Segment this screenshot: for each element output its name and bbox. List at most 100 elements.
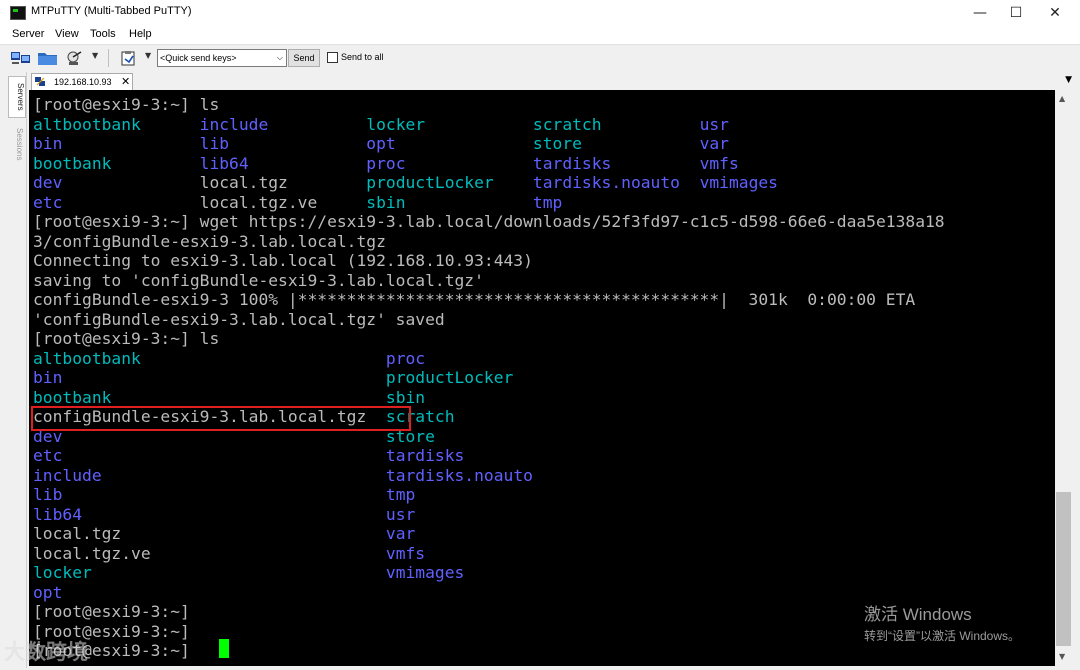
terminal-scrollbar[interactable]: ▲ ▼ bbox=[1055, 90, 1072, 666]
terminal-text: vmfs bbox=[385, 543, 426, 563]
terminal-line: local.tgz var bbox=[33, 524, 415, 544]
terminal-line: configBundle-esxi9-3 100% |*************… bbox=[33, 290, 915, 310]
terminal-text: lib bbox=[33, 485, 386, 504]
terminal-text: vmimages bbox=[385, 563, 465, 582]
tab-servers[interactable]: Servers bbox=[8, 76, 26, 118]
terminal-text: usr bbox=[385, 504, 416, 524]
terminal-text: configBundle-esxi9-3 100% |*************… bbox=[33, 290, 916, 309]
menu-help[interactable]: Help bbox=[129, 28, 152, 40]
satellite-icon[interactable] bbox=[65, 50, 85, 66]
terminal-text: dev bbox=[33, 173, 200, 192]
terminal-line: bin productLocker bbox=[33, 368, 513, 388]
close-window-button[interactable]: ✕ bbox=[1035, 0, 1075, 26]
terminal-line: 'configBundle-esxi9-3.lab.local.tgz' sav… bbox=[33, 310, 445, 330]
window-border bbox=[1072, 90, 1080, 670]
window-title: MTPuTTY (Multi-Tabbed PuTTY) bbox=[31, 5, 192, 17]
toolbar-separator bbox=[108, 49, 109, 67]
terminal-line: lib tmp bbox=[33, 485, 415, 505]
terminal-cursor bbox=[219, 639, 229, 658]
terminal-text: [root@esxi9-3:~] ls bbox=[33, 95, 220, 114]
connect-icon[interactable] bbox=[10, 50, 32, 66]
tab-session-192-168-10-93[interactable]: 192.168.10.93 ✕ bbox=[31, 73, 133, 90]
menu-tools[interactable]: Tools bbox=[90, 28, 116, 40]
paste-icon[interactable] bbox=[120, 50, 138, 66]
minimize-button[interactable]: — bbox=[960, 0, 1000, 26]
terminal-text: vmfs bbox=[699, 153, 739, 173]
terminal-text: local.tgz bbox=[199, 173, 367, 192]
terminal-text: tardisks.noauto bbox=[532, 173, 700, 192]
terminal-text: local.tgz.ve bbox=[199, 192, 367, 212]
terminal-text: altbootbank bbox=[33, 114, 200, 134]
terminal-text: productLocker bbox=[366, 173, 533, 192]
terminal-text: lib64 bbox=[33, 504, 386, 524]
terminal-text: tardisks.noauto bbox=[385, 465, 533, 485]
terminal-line: [root@esxi9-3:~] wget https://esxi9-3.la… bbox=[33, 212, 945, 232]
terminal-line: [root@esxi9-3:~] bbox=[33, 602, 190, 622]
terminal-line: dev local.tgz productLocker tardisks.noa… bbox=[33, 173, 778, 193]
chevron-down-icon[interactable]: ▼ bbox=[92, 51, 98, 60]
tab-sessions[interactable]: Sessions bbox=[8, 122, 24, 166]
terminal-line: bootbank lib64 proc tardisks vmfs bbox=[33, 154, 739, 174]
quick-send-select[interactable]: <Quick send keys> ⌵ bbox=[157, 49, 287, 67]
terminal-text: sbin bbox=[385, 387, 426, 407]
terminal-line: etc local.tgz.ve sbin tmp bbox=[33, 193, 562, 213]
terminal-text: 'configBundle-esxi9-3.lab.local.tgz' sav… bbox=[33, 309, 445, 329]
scroll-down-arrow-icon[interactable]: ▼ bbox=[1059, 652, 1065, 661]
scrollbar-thumb[interactable] bbox=[1056, 492, 1071, 646]
terminal-text: proc bbox=[385, 348, 426, 368]
tab-list-dropdown-icon[interactable]: ▼ bbox=[1065, 75, 1072, 85]
putty-app-icon bbox=[10, 6, 26, 20]
folder-icon[interactable] bbox=[37, 50, 59, 66]
terminal-line: opt bbox=[33, 583, 62, 603]
send-to-all-label: Send to all bbox=[341, 52, 384, 62]
terminal-text: bootbank bbox=[33, 387, 386, 407]
watermark-line2: 转到“设置”以激活 Windows。 bbox=[864, 629, 1021, 643]
terminal-text: [root@esxi9-3:~] ls bbox=[33, 329, 220, 348]
menu-view[interactable]: View bbox=[55, 28, 79, 40]
terminal-text: saving to 'configBundle-esxi9-3.lab.loca… bbox=[33, 270, 484, 290]
watermark-line1: 激活 Windows bbox=[864, 605, 972, 624]
terminal-line: locker vmimages bbox=[33, 563, 464, 583]
quick-send-value: <Quick send keys> bbox=[160, 53, 237, 63]
close-icon[interactable]: ✕ bbox=[121, 75, 130, 88]
terminal-line: altbootbank proc bbox=[33, 349, 425, 369]
terminal-text: Connecting to esxi9-3.lab.local (192.168… bbox=[33, 251, 533, 270]
terminal-text: bin bbox=[33, 134, 200, 153]
terminal-text: productLocker bbox=[385, 368, 514, 387]
terminal-text: scratch bbox=[532, 114, 700, 134]
terminal-text: include bbox=[33, 465, 386, 485]
putty-session-icon bbox=[35, 77, 45, 86]
terminal-text: [root@esxi9-3:~] wget https://esxi9-3.la… bbox=[33, 212, 945, 231]
terminal-text: etc bbox=[33, 192, 200, 212]
terminal-text: lib bbox=[199, 134, 367, 153]
scroll-up-arrow-icon[interactable]: ▲ bbox=[1059, 94, 1065, 103]
terminal-line: saving to 'configBundle-esxi9-3.lab.loca… bbox=[33, 271, 484, 291]
send-button[interactable]: Send bbox=[288, 49, 320, 67]
tab-label: 192.168.10.93 bbox=[54, 77, 112, 87]
terminal-line: altbootbank include locker scratch usr bbox=[33, 115, 729, 135]
menu-bar: Server View Tools Help bbox=[0, 26, 1080, 44]
terminal-output[interactable]: [root@esxi9-3:~] ls altbootbank include l… bbox=[29, 90, 1055, 666]
terminal-line: 3/configBundle-esxi9-3.lab.local.tgz bbox=[33, 232, 386, 252]
maximize-button[interactable]: ☐ bbox=[996, 0, 1036, 26]
terminal-text: [root@esxi9-3:~] bbox=[33, 602, 190, 621]
terminal-text: locker bbox=[33, 563, 386, 582]
terminal-text: opt bbox=[366, 134, 533, 153]
chevron-down-icon[interactable]: ▼ bbox=[145, 51, 151, 60]
terminal-line: include tardisks.noauto bbox=[33, 466, 533, 486]
terminal-line: lib64 usr bbox=[33, 505, 415, 525]
title-bar: MTPuTTY (Multi-Tabbed PuTTY) — ☐ ✕ bbox=[0, 0, 1080, 26]
terminal-text: 3/configBundle-esxi9-3.lab.local.tgz bbox=[33, 231, 386, 251]
terminal-text: tmp bbox=[385, 485, 416, 504]
menu-server[interactable]: Server bbox=[12, 28, 44, 40]
terminal-text: lib64 bbox=[199, 153, 367, 173]
terminal-line: Connecting to esxi9-3.lab.local (192.168… bbox=[33, 251, 533, 271]
terminal-text: bin bbox=[33, 368, 386, 387]
chevron-down-icon: ⌵ bbox=[276, 53, 283, 62]
terminal-text: local.tgz.ve bbox=[33, 543, 386, 563]
terminal-text: tmp bbox=[532, 192, 563, 212]
terminal-text: proc bbox=[366, 153, 533, 173]
send-to-all-checkbox[interactable] bbox=[327, 52, 338, 63]
file-highlight-box bbox=[31, 406, 411, 431]
terminal-text: include bbox=[199, 114, 367, 134]
